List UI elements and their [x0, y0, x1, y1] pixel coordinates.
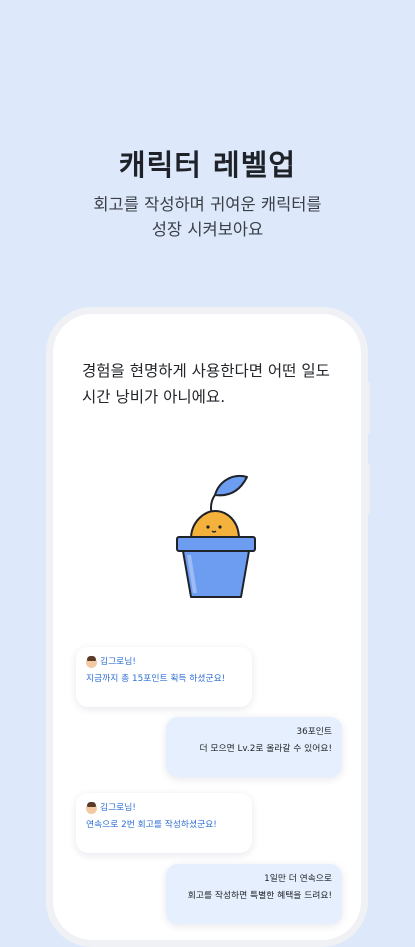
- avatar-icon: [86, 802, 97, 814]
- chat-bubble-next-level: 36포인트 더 모으면 Lv.2로 올라갈 수 있어요!: [166, 717, 342, 777]
- chat-message: 더 모으면 Lv.2로 올라갈 수 있어요!: [199, 744, 332, 754]
- chat-message: 회고를 작성하면 특별한 혜택을 드려요!: [187, 891, 332, 901]
- chat-bubble-streak-reward: 1일만 더 연속으로 회고를 작성하면 특별한 혜택을 드려요!: [166, 864, 342, 924]
- plant-pot-character-icon: [171, 467, 261, 602]
- avatar-icon: [86, 656, 97, 668]
- phone-mockup: 경험을 현명하게 사용한다면 어떤 일도 시간 낭비가 아니에요. 김그로님! …: [46, 307, 368, 947]
- chat-points-needed: 36포인트: [296, 727, 332, 737]
- chat-username: 김그로님!: [100, 803, 136, 813]
- chat-bubble-points: 김그로님! 지금까지 총 15포인트 획득 하셨군요!: [76, 647, 252, 707]
- page-title: 캐릭터 레벨업: [118, 148, 297, 182]
- chat-message: 연속으로 2번 회고를 작성하셨군요!: [86, 820, 217, 830]
- chat-username: 김그로님!: [100, 657, 136, 667]
- chat-bubble-streak: 김그로님! 연속으로 2번 회고를 작성하셨군요!: [76, 793, 252, 853]
- chat-message: 지금까지 총 15포인트 획득 하셨군요!: [86, 674, 226, 684]
- daily-quote: 경험을 현명하게 사용한다면 어떤 일도 시간 낭비가 아니에요.: [82, 362, 330, 406]
- page-subtitle: 회고를 작성하며 귀여운 캐릭터를 성장 시켜보아요: [93, 195, 322, 239]
- chat-message: 1일만 더 연속으로: [264, 874, 332, 884]
